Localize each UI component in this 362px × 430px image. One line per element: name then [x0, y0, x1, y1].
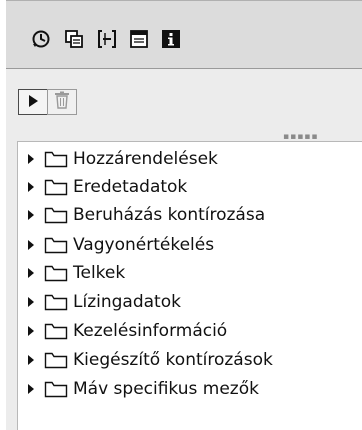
- tree-node[interactable]: Eredetadatok: [18, 173, 358, 201]
- trash-icon: [54, 91, 70, 113]
- tree-node[interactable]: Lízingadatok: [18, 288, 358, 316]
- expand-arrow-icon[interactable]: [28, 326, 34, 336]
- folder-icon: [44, 322, 68, 340]
- folder-icon: [44, 351, 68, 369]
- folder-icon: [44, 264, 68, 282]
- toolbar: [6, 0, 362, 69]
- clock-icon[interactable]: [30, 28, 52, 50]
- tree-node-label: Hozzárendelések: [73, 149, 218, 169]
- tree-node[interactable]: Máv specifikus mezők: [18, 375, 358, 403]
- tree-node-label: Lízingadatok: [73, 292, 181, 312]
- tree-node[interactable]: Telkek: [18, 259, 358, 287]
- tree-node-label: Vagyonértékelés: [73, 235, 215, 255]
- expand-arrow-icon[interactable]: [28, 297, 34, 307]
- expand-arrow-icon[interactable]: [28, 268, 34, 278]
- folder-icon: [44, 150, 68, 168]
- expand-arrow-icon[interactable]: [28, 210, 34, 220]
- tree-node[interactable]: Beruházás kontírozása: [18, 201, 358, 229]
- delete-button[interactable]: [47, 89, 77, 115]
- folder-icon: [44, 206, 68, 224]
- tree-node-label: Kiegészítő kontírozások: [73, 350, 273, 370]
- tree-node[interactable]: Hozzárendelések: [18, 145, 358, 173]
- app-frame: ▪▪▪▪▪ Hozzárendelések Eredetadatok Beruh…: [6, 0, 362, 430]
- tree-panel: Hozzárendelések Eredetadatok Beruházás k…: [17, 141, 362, 430]
- expand-arrow-icon[interactable]: [28, 384, 34, 394]
- info-icon[interactable]: [160, 28, 182, 50]
- tree-node-label: Kezelésinformáció: [73, 321, 228, 341]
- action-strip: ▪▪▪▪▪: [6, 70, 362, 142]
- expand-arrow-icon[interactable]: [28, 182, 34, 192]
- folder-icon: [44, 293, 68, 311]
- folder-icon: [44, 236, 68, 254]
- play-icon: [27, 93, 39, 112]
- splitter-grip[interactable]: ▪▪▪▪▪: [283, 133, 319, 142]
- tree-node[interactable]: Kezelésinformáció: [18, 317, 358, 345]
- expand-arrow-icon[interactable]: [28, 355, 34, 365]
- tree-node-label: Beruházás kontírozása: [73, 205, 266, 225]
- folder-icon: [44, 178, 68, 196]
- tree-node-label: Máv specifikus mezők: [73, 379, 259, 399]
- tree-node[interactable]: Vagyonértékelés: [18, 231, 358, 259]
- tree-node[interactable]: Kiegészítő kontírozások: [18, 346, 358, 374]
- expand-arrow-icon[interactable]: [28, 154, 34, 164]
- copy-icon[interactable]: [63, 28, 85, 50]
- folder-icon: [44, 380, 68, 398]
- expand-arrow-icon[interactable]: [28, 240, 34, 250]
- layout-icon[interactable]: [128, 28, 150, 50]
- execute-button[interactable]: [18, 89, 48, 115]
- tree-node-label: Telkek: [73, 263, 126, 283]
- tree-node-label: Eredetadatok: [73, 177, 188, 197]
- collapse-icon[interactable]: [96, 28, 118, 50]
